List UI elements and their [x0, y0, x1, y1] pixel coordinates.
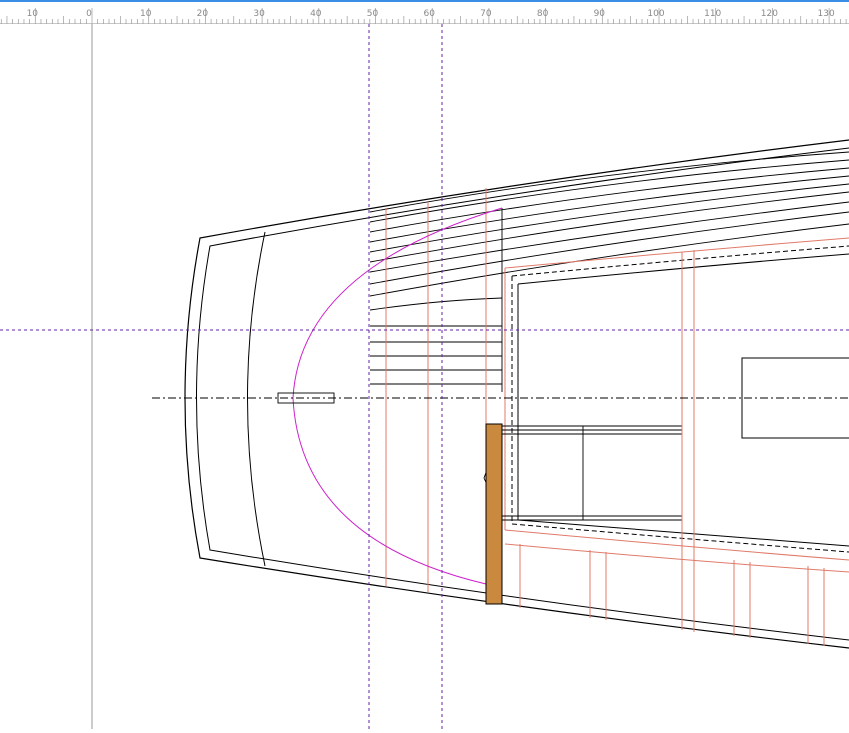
ruler-label: 50: [367, 9, 379, 19]
ruler-label: 130: [818, 9, 835, 19]
transom-line: [248, 232, 266, 566]
ruler-label: 30: [253, 9, 265, 19]
bulkhead-board[interactable]: [486, 424, 502, 604]
ruler-label: 0: [86, 9, 92, 19]
horizontal-ruler[interactable]: 100102030405060708090100110120130: [0, 0, 849, 24]
hull-outline-outer: [185, 140, 849, 648]
boat-plan-drawing: [0, 24, 849, 729]
ruler-label: 10: [140, 9, 152, 19]
ruler-label: 60: [423, 9, 435, 19]
seat-box: [484, 426, 682, 520]
waterline-curve: [293, 208, 502, 584]
ruler-label: 90: [594, 9, 606, 19]
ruler-label: 100: [647, 9, 664, 19]
ruler-label: 110: [704, 9, 721, 19]
frame-lines: [386, 188, 849, 646]
ruler-label: 80: [537, 9, 549, 19]
ruler-label: 40: [310, 9, 322, 19]
ruler-scale: 100102030405060708090100110120130: [0, 2, 849, 24]
cockpit-outline: [505, 238, 849, 560]
ruler-label: 20: [197, 9, 209, 19]
drawing-canvas[interactable]: [0, 24, 849, 729]
ruler-label: 120: [761, 9, 778, 19]
ruler-label: 10: [27, 9, 39, 19]
ruler-label: 70: [480, 9, 492, 19]
